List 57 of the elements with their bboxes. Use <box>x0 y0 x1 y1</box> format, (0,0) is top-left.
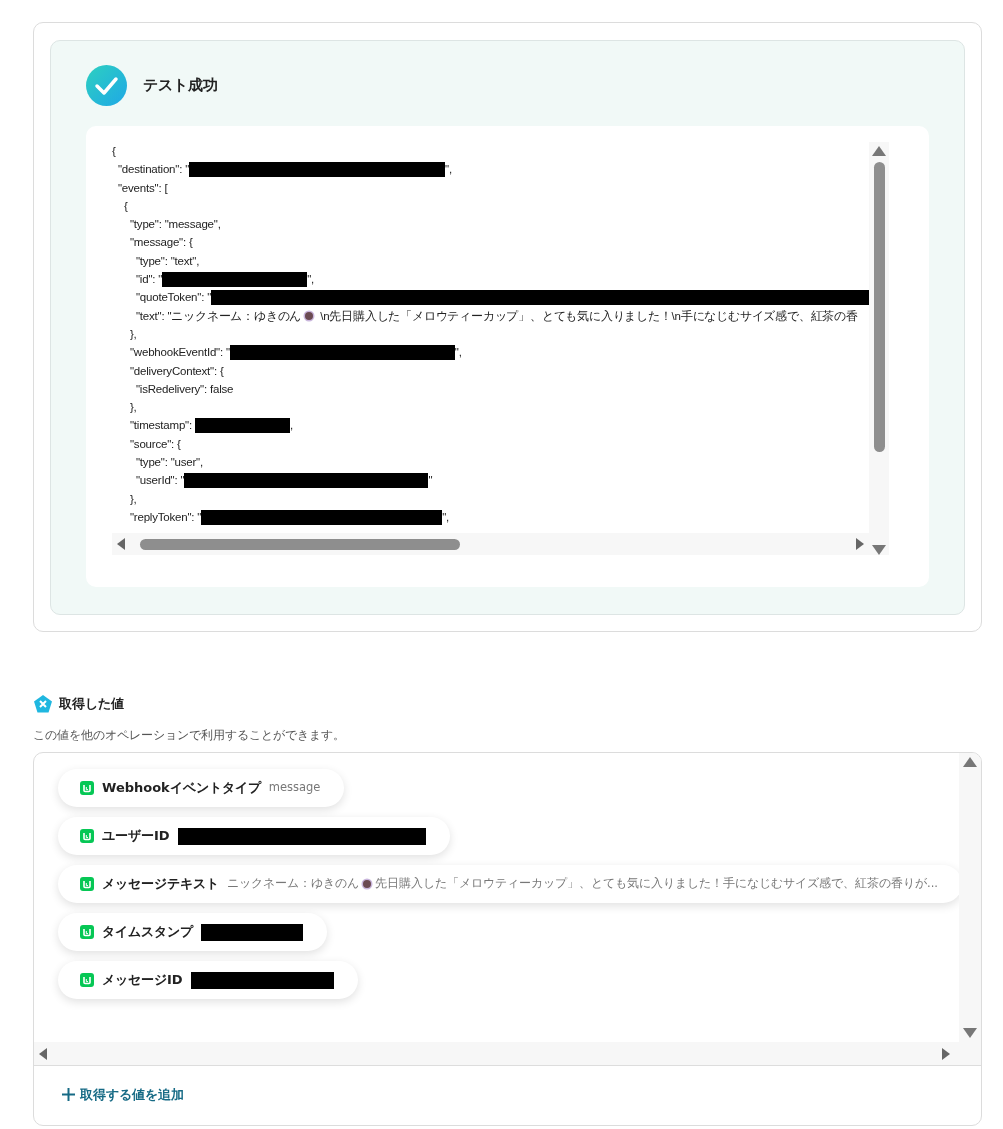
code-line: { <box>112 144 116 159</box>
code-line: { <box>122 198 128 214</box>
scroll-right-arrow-icon[interactable] <box>941 1047 951 1060</box>
code-line: "replyToken": " <box>128 509 202 525</box>
add-value-button[interactable]: 取得する値を追加 <box>62 1085 184 1105</box>
code-line: "type": "message", <box>128 217 221 233</box>
code-line: , <box>289 418 293 434</box>
code-line: ", <box>442 509 450 525</box>
code-line: "webhookEventId": " <box>128 345 230 361</box>
code-line: \n先日購入した「メロウティーカップ」、とても気に入りました！\n手になじむサイズ感で、紅茶の香 <box>319 308 858 325</box>
scroll-right-arrow-icon[interactable] <box>855 538 865 550</box>
scroll-down-arrow-icon[interactable] <box>963 1028 977 1038</box>
section-description: この値を他のオペレーションで利用することができます。 <box>33 727 346 744</box>
code-line: }, <box>128 491 137 507</box>
variable-icon <box>33 694 53 714</box>
horizontal-scrollbar[interactable] <box>34 1042 981 1066</box>
code-line: "quoteToken": " <box>134 290 212 306</box>
code-line: "source": { <box>128 436 181 452</box>
code-line: "userId": " <box>134 473 185 489</box>
code-line: "text": "ニックネーム：ゆきのん <box>134 308 302 324</box>
code-line: ", <box>307 272 315 288</box>
chat-app-icon <box>80 973 94 987</box>
scroll-up-arrow-icon[interactable] <box>963 757 977 767</box>
value-chip[interactable]: メッセージID <box>58 961 358 999</box>
value-chip[interactable]: Webhookイベントタイプ message <box>58 769 345 807</box>
chat-app-icon <box>80 829 94 843</box>
scroll-down-arrow-icon[interactable] <box>872 545 886 555</box>
vertical-scrollbar[interactable] <box>869 142 889 555</box>
code-line: "type": "user", <box>134 455 203 471</box>
code-line: ", <box>454 345 462 361</box>
code-line: "destination": " <box>117 162 190 178</box>
chat-app-icon <box>80 781 94 795</box>
code-line: "id": " <box>134 272 163 288</box>
code-line: "timestamp": <box>128 418 193 434</box>
code-line: "message": { <box>128 235 193 251</box>
code-line: }, <box>128 400 137 416</box>
section-title: 取得した値 <box>59 695 124 714</box>
result-title: テスト成功 <box>143 75 218 97</box>
chat-app-icon <box>80 925 94 939</box>
value-chip[interactable]: ユーザーID <box>58 817 450 855</box>
code-line: ", <box>445 162 452 178</box>
scroll-up-arrow-icon[interactable] <box>872 146 886 156</box>
code-line: "isRedelivery": false <box>134 381 234 397</box>
code-line: "events": [ <box>117 180 168 196</box>
check-circle-icon <box>86 65 127 106</box>
scroll-left-arrow-icon[interactable] <box>38 1047 48 1060</box>
chat-app-icon <box>80 877 94 891</box>
code-line: "type": "text", <box>134 253 200 269</box>
horizontal-scrollbar[interactable] <box>112 533 869 555</box>
plus-icon <box>62 1088 75 1102</box>
code-line: " <box>428 473 433 489</box>
value-chip[interactable]: タイムスタンプ <box>58 913 327 951</box>
code-line: "deliveryContext": { <box>128 363 224 379</box>
value-chip[interactable]: メッセージテキスト ニックネーム：ゆきのん 先日購入した「メロウティーカップ」、とても気に入りました！手になじむサイズ感で、紅茶の香りが... <box>58 865 959 903</box>
code-line: }, <box>128 326 137 342</box>
vertical-scrollbar[interactable] <box>959 753 981 1042</box>
scroll-left-arrow-icon[interactable] <box>116 538 126 550</box>
